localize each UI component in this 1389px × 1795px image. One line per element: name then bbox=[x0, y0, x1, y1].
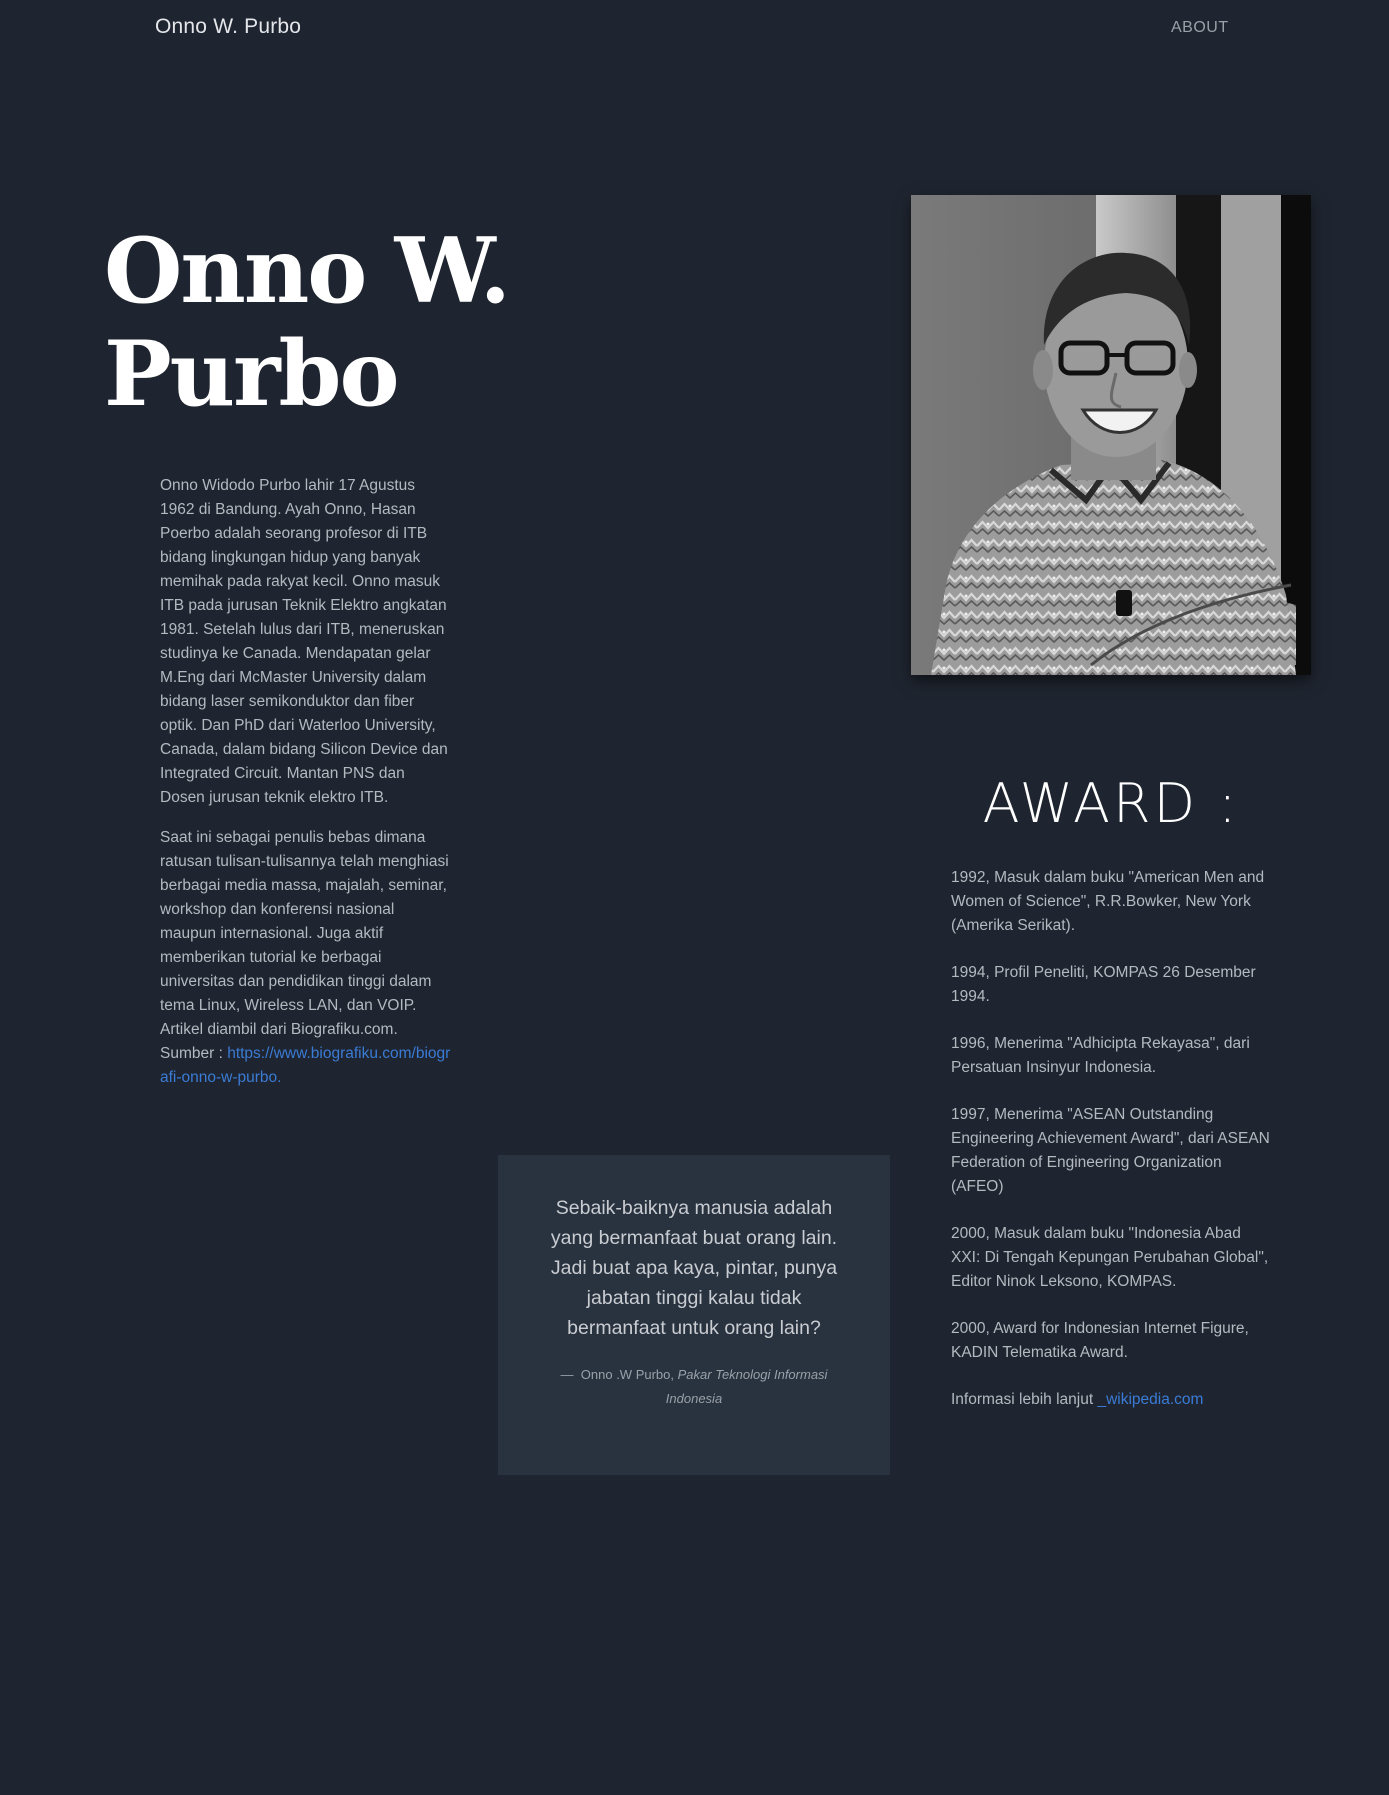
page-title: Onno W. Purbo bbox=[104, 220, 524, 426]
award-item-1997: 1997, Menerima "ASEAN Outstanding Engine… bbox=[951, 1106, 1270, 1195]
award-item-1996: 1996, Menerima "Adhicipta Rekayasa", dar… bbox=[951, 1035, 1250, 1076]
quote-box: Sebaik-baiknya manusia adalah yang berma… bbox=[498, 1155, 890, 1475]
award-item-2000-kadin: 2000, Award for Indonesian Internet Figu… bbox=[951, 1320, 1249, 1361]
award-more-info-label: Informasi lebih lanjut bbox=[951, 1391, 1094, 1408]
award-item-2000-book: 2000, Masuk dalam buku "Indonesia Abad X… bbox=[951, 1225, 1269, 1290]
quote-author: Onno .W Purbo, bbox=[580, 1367, 674, 1382]
page: Onno W. Purbo ABOUT Onno W. Purbo Onno W… bbox=[0, 0, 1389, 1795]
bio-paragraph-1: Onno Widodo Purbo lahir 17 Agustus 1962 … bbox=[160, 477, 448, 806]
nav-brand-link[interactable]: Onno W. Purbo bbox=[155, 15, 301, 39]
portrait-image bbox=[911, 195, 1311, 675]
award-item-1994: 1994, Profil Peneliti, KOMPAS 26 Desembe… bbox=[951, 964, 1256, 1005]
page-title-line-1: Onno W. bbox=[104, 218, 511, 324]
bio-section: Onno Widodo Purbo lahir 17 Agustus 1962 … bbox=[160, 474, 452, 1106]
bio-paragraph-2: Saat ini sebagai penulis bebas dimana ra… bbox=[160, 826, 452, 1090]
page-title-line-2: Purbo bbox=[104, 321, 399, 427]
quote-author-role: Pakar Teknologi Informasi Indonesia bbox=[665, 1367, 828, 1406]
award-list: 1992, Masuk dalam buku "American Men and… bbox=[951, 866, 1271, 1435]
award-item-1992: 1992, Masuk dalam buku "American Men and… bbox=[951, 869, 1265, 934]
wikipedia-link[interactable]: _wikipedia.com bbox=[1097, 1391, 1203, 1408]
award-heading: AWARD : bbox=[982, 772, 1240, 835]
portrait-photo bbox=[911, 195, 1311, 675]
nav-about-link[interactable]: ABOUT bbox=[1171, 19, 1229, 37]
quote-text: Sebaik-baiknya manusia adalah yang berma… bbox=[550, 1197, 838, 1339]
award-more-info: Informasi lebih lanjut _wikipedia.com bbox=[951, 1388, 1271, 1412]
bio-paragraph-2-text: Saat ini sebagai penulis bebas dimana ra… bbox=[160, 829, 449, 1062]
quote-dash: — bbox=[560, 1367, 574, 1382]
quote-citation: — Onno .W Purbo, Pakar Teknologi Informa… bbox=[536, 1363, 852, 1411]
